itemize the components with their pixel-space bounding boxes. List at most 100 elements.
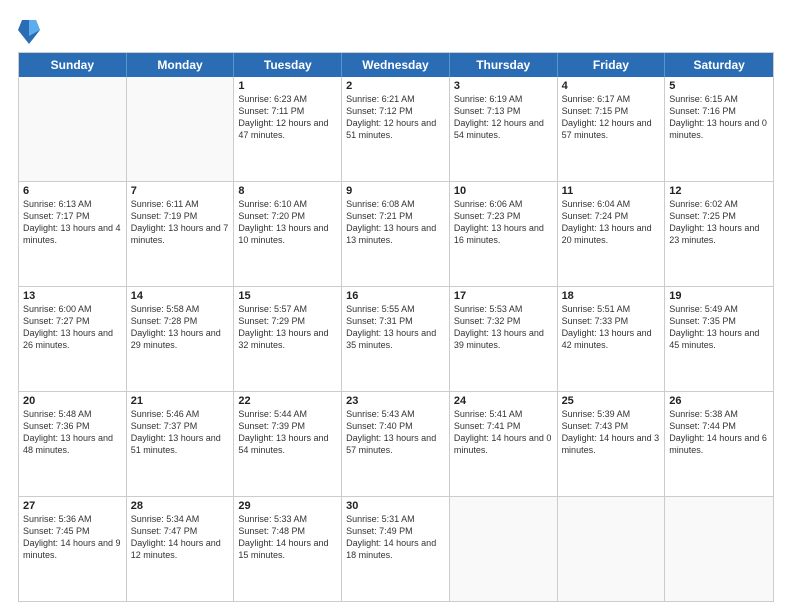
day-number: 21 xyxy=(131,395,230,407)
day-info: Sunrise: 6:04 AM Sunset: 7:24 PM Dayligh… xyxy=(562,198,661,247)
logo-icon xyxy=(18,16,40,44)
day-number: 12 xyxy=(669,185,769,197)
day-info: Sunrise: 5:55 AM Sunset: 7:31 PM Dayligh… xyxy=(346,303,445,352)
day-header-friday: Friday xyxy=(558,53,666,77)
day-number: 1 xyxy=(238,80,337,92)
day-number: 8 xyxy=(238,185,337,197)
day-number: 22 xyxy=(238,395,337,407)
day-info: Sunrise: 5:51 AM Sunset: 7:33 PM Dayligh… xyxy=(562,303,661,352)
logo xyxy=(18,16,44,44)
day-number: 9 xyxy=(346,185,445,197)
calendar-cell-4: 4Sunrise: 6:17 AM Sunset: 7:15 PM Daylig… xyxy=(558,77,666,181)
calendar-cell-23: 23Sunrise: 5:43 AM Sunset: 7:40 PM Dayli… xyxy=(342,392,450,496)
day-number: 24 xyxy=(454,395,553,407)
calendar-row-3: 20Sunrise: 5:48 AM Sunset: 7:36 PM Dayli… xyxy=(19,391,773,496)
day-number: 7 xyxy=(131,185,230,197)
day-number: 16 xyxy=(346,290,445,302)
calendar-cell-16: 16Sunrise: 5:55 AM Sunset: 7:31 PM Dayli… xyxy=(342,287,450,391)
day-info: Sunrise: 6:17 AM Sunset: 7:15 PM Dayligh… xyxy=(562,93,661,142)
calendar-cell-12: 12Sunrise: 6:02 AM Sunset: 7:25 PM Dayli… xyxy=(665,182,773,286)
calendar-cell-9: 9Sunrise: 6:08 AM Sunset: 7:21 PM Daylig… xyxy=(342,182,450,286)
day-info: Sunrise: 5:36 AM Sunset: 7:45 PM Dayligh… xyxy=(23,513,122,562)
calendar-cell-20: 20Sunrise: 5:48 AM Sunset: 7:36 PM Dayli… xyxy=(19,392,127,496)
calendar-row-2: 13Sunrise: 6:00 AM Sunset: 7:27 PM Dayli… xyxy=(19,286,773,391)
day-info: Sunrise: 5:48 AM Sunset: 7:36 PM Dayligh… xyxy=(23,408,122,457)
day-number: 26 xyxy=(669,395,769,407)
day-number: 10 xyxy=(454,185,553,197)
calendar-row-1: 6Sunrise: 6:13 AM Sunset: 7:17 PM Daylig… xyxy=(19,181,773,286)
calendar: SundayMondayTuesdayWednesdayThursdayFrid… xyxy=(18,52,774,602)
calendar-cell-empty-4-5 xyxy=(558,497,666,601)
calendar-cell-6: 6Sunrise: 6:13 AM Sunset: 7:17 PM Daylig… xyxy=(19,182,127,286)
day-info: Sunrise: 6:00 AM Sunset: 7:27 PM Dayligh… xyxy=(23,303,122,352)
day-number: 11 xyxy=(562,185,661,197)
calendar-cell-14: 14Sunrise: 5:58 AM Sunset: 7:28 PM Dayli… xyxy=(127,287,235,391)
calendar-cell-29: 29Sunrise: 5:33 AM Sunset: 7:48 PM Dayli… xyxy=(234,497,342,601)
day-info: Sunrise: 6:11 AM Sunset: 7:19 PM Dayligh… xyxy=(131,198,230,247)
calendar-cell-17: 17Sunrise: 5:53 AM Sunset: 7:32 PM Dayli… xyxy=(450,287,558,391)
day-number: 2 xyxy=(346,80,445,92)
calendar-cell-19: 19Sunrise: 5:49 AM Sunset: 7:35 PM Dayli… xyxy=(665,287,773,391)
day-header-sunday: Sunday xyxy=(19,53,127,77)
day-info: Sunrise: 6:08 AM Sunset: 7:21 PM Dayligh… xyxy=(346,198,445,247)
calendar-cell-empty-0-1 xyxy=(127,77,235,181)
day-info: Sunrise: 6:06 AM Sunset: 7:23 PM Dayligh… xyxy=(454,198,553,247)
day-info: Sunrise: 5:41 AM Sunset: 7:41 PM Dayligh… xyxy=(454,408,553,457)
day-number: 6 xyxy=(23,185,122,197)
calendar-cell-28: 28Sunrise: 5:34 AM Sunset: 7:47 PM Dayli… xyxy=(127,497,235,601)
day-info: Sunrise: 5:58 AM Sunset: 7:28 PM Dayligh… xyxy=(131,303,230,352)
calendar-cell-18: 18Sunrise: 5:51 AM Sunset: 7:33 PM Dayli… xyxy=(558,287,666,391)
day-number: 23 xyxy=(346,395,445,407)
day-info: Sunrise: 5:44 AM Sunset: 7:39 PM Dayligh… xyxy=(238,408,337,457)
calendar-row-0: 1Sunrise: 6:23 AM Sunset: 7:11 PM Daylig… xyxy=(19,77,773,181)
day-info: Sunrise: 5:46 AM Sunset: 7:37 PM Dayligh… xyxy=(131,408,230,457)
calendar-cell-11: 11Sunrise: 6:04 AM Sunset: 7:24 PM Dayli… xyxy=(558,182,666,286)
day-header-tuesday: Tuesday xyxy=(234,53,342,77)
calendar-cell-empty-4-6 xyxy=(665,497,773,601)
day-info: Sunrise: 5:38 AM Sunset: 7:44 PM Dayligh… xyxy=(669,408,769,457)
calendar-row-4: 27Sunrise: 5:36 AM Sunset: 7:45 PM Dayli… xyxy=(19,496,773,601)
day-number: 18 xyxy=(562,290,661,302)
day-info: Sunrise: 5:31 AM Sunset: 7:49 PM Dayligh… xyxy=(346,513,445,562)
calendar-cell-7: 7Sunrise: 6:11 AM Sunset: 7:19 PM Daylig… xyxy=(127,182,235,286)
day-info: Sunrise: 6:02 AM Sunset: 7:25 PM Dayligh… xyxy=(669,198,769,247)
day-info: Sunrise: 5:33 AM Sunset: 7:48 PM Dayligh… xyxy=(238,513,337,562)
day-number: 3 xyxy=(454,80,553,92)
day-number: 25 xyxy=(562,395,661,407)
day-info: Sunrise: 6:10 AM Sunset: 7:20 PM Dayligh… xyxy=(238,198,337,247)
calendar-cell-21: 21Sunrise: 5:46 AM Sunset: 7:37 PM Dayli… xyxy=(127,392,235,496)
day-number: 19 xyxy=(669,290,769,302)
day-header-saturday: Saturday xyxy=(665,53,773,77)
day-info: Sunrise: 5:39 AM Sunset: 7:43 PM Dayligh… xyxy=(562,408,661,457)
day-info: Sunrise: 6:23 AM Sunset: 7:11 PM Dayligh… xyxy=(238,93,337,142)
calendar-cell-15: 15Sunrise: 5:57 AM Sunset: 7:29 PM Dayli… xyxy=(234,287,342,391)
day-number: 27 xyxy=(23,500,122,512)
day-number: 4 xyxy=(562,80,661,92)
day-number: 29 xyxy=(238,500,337,512)
calendar-cell-5: 5Sunrise: 6:15 AM Sunset: 7:16 PM Daylig… xyxy=(665,77,773,181)
day-info: Sunrise: 5:53 AM Sunset: 7:32 PM Dayligh… xyxy=(454,303,553,352)
calendar-cell-27: 27Sunrise: 5:36 AM Sunset: 7:45 PM Dayli… xyxy=(19,497,127,601)
day-number: 17 xyxy=(454,290,553,302)
calendar-cell-10: 10Sunrise: 6:06 AM Sunset: 7:23 PM Dayli… xyxy=(450,182,558,286)
day-info: Sunrise: 6:15 AM Sunset: 7:16 PM Dayligh… xyxy=(669,93,769,142)
day-number: 5 xyxy=(669,80,769,92)
calendar-cell-1: 1Sunrise: 6:23 AM Sunset: 7:11 PM Daylig… xyxy=(234,77,342,181)
day-header-monday: Monday xyxy=(127,53,235,77)
calendar-cell-25: 25Sunrise: 5:39 AM Sunset: 7:43 PM Dayli… xyxy=(558,392,666,496)
day-number: 20 xyxy=(23,395,122,407)
day-info: Sunrise: 5:34 AM Sunset: 7:47 PM Dayligh… xyxy=(131,513,230,562)
calendar-cell-22: 22Sunrise: 5:44 AM Sunset: 7:39 PM Dayli… xyxy=(234,392,342,496)
day-info: Sunrise: 5:43 AM Sunset: 7:40 PM Dayligh… xyxy=(346,408,445,457)
day-info: Sunrise: 5:57 AM Sunset: 7:29 PM Dayligh… xyxy=(238,303,337,352)
day-info: Sunrise: 6:13 AM Sunset: 7:17 PM Dayligh… xyxy=(23,198,122,247)
calendar-header: SundayMondayTuesdayWednesdayThursdayFrid… xyxy=(19,53,773,77)
calendar-body: 1Sunrise: 6:23 AM Sunset: 7:11 PM Daylig… xyxy=(19,77,773,601)
page: SundayMondayTuesdayWednesdayThursdayFrid… xyxy=(0,0,792,612)
day-info: Sunrise: 5:49 AM Sunset: 7:35 PM Dayligh… xyxy=(669,303,769,352)
day-info: Sunrise: 6:19 AM Sunset: 7:13 PM Dayligh… xyxy=(454,93,553,142)
calendar-cell-24: 24Sunrise: 5:41 AM Sunset: 7:41 PM Dayli… xyxy=(450,392,558,496)
day-number: 14 xyxy=(131,290,230,302)
day-header-wednesday: Wednesday xyxy=(342,53,450,77)
calendar-cell-30: 30Sunrise: 5:31 AM Sunset: 7:49 PM Dayli… xyxy=(342,497,450,601)
